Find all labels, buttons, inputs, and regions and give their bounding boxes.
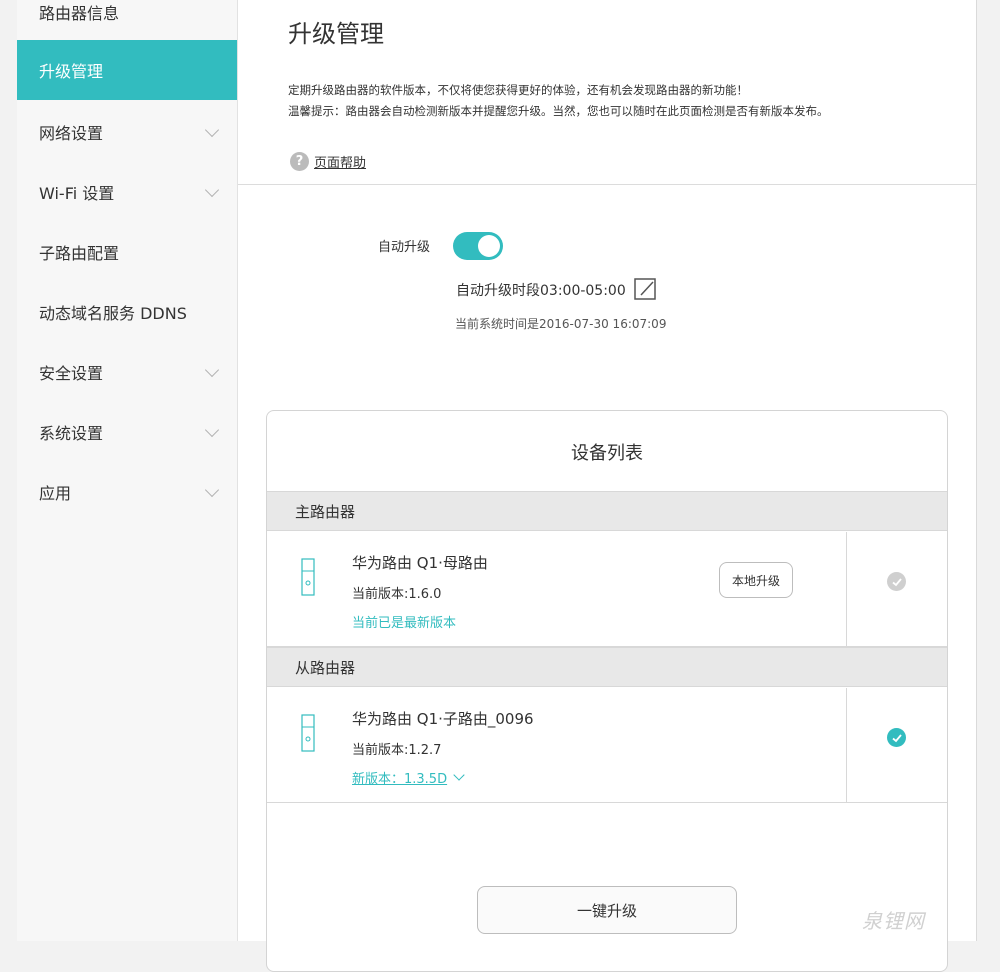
upgrade-period: 自动升级时段03:00-05:00 bbox=[456, 283, 626, 299]
device-name: 华为路由 Q1·母路由 bbox=[352, 554, 488, 572]
chevron-down-icon bbox=[204, 122, 220, 138]
help-icon: ? bbox=[290, 152, 309, 171]
sidebar-item-label: 安全设置 bbox=[39, 364, 104, 383]
chevron-down-icon bbox=[204, 482, 220, 498]
sub-router-header: 从路由器 bbox=[267, 647, 947, 687]
sub-router-row: 华为路由 Q1·子路由_0096 当前版本:1.2.7 新版本：1.3.5D bbox=[267, 688, 947, 803]
edit-icon[interactable] bbox=[634, 278, 656, 300]
auto-upgrade-toggle[interactable] bbox=[453, 232, 503, 260]
page-help-link[interactable]: 页面帮助 bbox=[314, 152, 366, 171]
device-name: 华为路由 Q1·子路由_0096 bbox=[352, 710, 534, 728]
divider bbox=[238, 184, 976, 185]
sidebar-item-label: 系统设置 bbox=[39, 424, 104, 443]
sidebar: 路由器信息 升级管理 网络设置 Wi-Fi 设置 子路由配置 动态域名服务 DD… bbox=[17, 0, 238, 941]
sidebar-item-router-info[interactable]: 路由器信息 bbox=[17, 0, 237, 42]
main-router-header: 主路由器 bbox=[267, 491, 947, 531]
main-router-row: 华为路由 Q1·母路由 当前版本:1.6.0 当前已是最新版本 本地升级 bbox=[267, 532, 947, 647]
sidebar-item-network[interactable]: 网络设置 bbox=[17, 102, 237, 162]
sidebar-item-wifi[interactable]: Wi-Fi 设置 bbox=[17, 162, 237, 222]
sidebar-item-ddns[interactable]: 动态域名服务 DDNS bbox=[17, 282, 237, 342]
device-version: 当前版本:1.2.7 bbox=[352, 743, 442, 758]
device-version: 当前版本:1.6.0 bbox=[352, 587, 442, 602]
select-check-icon[interactable] bbox=[887, 728, 906, 747]
tip-text: 温馨提示：路由器会自动检测新版本并提醒您升级。当然，您也可以随时在此页面检测是否… bbox=[288, 104, 829, 118]
sidebar-item-apps[interactable]: 应用 bbox=[17, 462, 237, 522]
sidebar-item-label: 子路由配置 bbox=[39, 244, 120, 263]
chevron-down-icon bbox=[204, 182, 220, 198]
main-panel: 升级管理 定期升级路由器的软件版本，不仅将使您获得更好的体验，还有机会发现路由器… bbox=[238, 0, 977, 972]
device-status: 当前已是最新版本 bbox=[352, 616, 457, 631]
sidebar-item-label: Wi-Fi 设置 bbox=[39, 184, 115, 203]
watermark: 泉锂网 bbox=[862, 909, 925, 933]
sidebar-item-system[interactable]: 系统设置 bbox=[17, 402, 237, 462]
new-version-link[interactable]: 新版本：1.3.5D bbox=[352, 768, 465, 787]
column-divider bbox=[846, 688, 847, 802]
chevron-down-icon bbox=[204, 422, 220, 438]
one-click-upgrade-button[interactable]: 一键升级 bbox=[477, 886, 737, 934]
local-upgrade-button[interactable]: 本地升级 bbox=[719, 562, 793, 598]
new-version-label: 新版本：1.3.5D bbox=[352, 772, 448, 787]
column-divider bbox=[846, 532, 847, 646]
router-icon bbox=[301, 714, 315, 752]
sidebar-item-label: 动态域名服务 DDNS bbox=[39, 304, 187, 323]
sidebar-item-label: 路由器信息 bbox=[39, 4, 120, 23]
chevron-down-icon bbox=[453, 769, 465, 781]
router-icon bbox=[301, 558, 315, 596]
chevron-down-icon bbox=[204, 362, 220, 378]
select-check-icon[interactable] bbox=[887, 572, 906, 591]
auto-upgrade-label: 自动升级 bbox=[378, 240, 431, 255]
page-title: 升级管理 bbox=[288, 20, 384, 48]
sidebar-item-label: 网络设置 bbox=[39, 124, 104, 143]
sidebar-item-security[interactable]: 安全设置 bbox=[17, 342, 237, 402]
description-text: 定期升级路由器的软件版本，不仅将使您获得更好的体验，还有机会发现路由器的新功能！ bbox=[288, 83, 748, 97]
device-list-card: 设备列表 主路由器 华为路由 Q1·母路由 当前版本:1.6.0 当前已是最新版… bbox=[266, 410, 948, 972]
sidebar-item-sub-router[interactable]: 子路由配置 bbox=[17, 222, 237, 282]
sidebar-item-upgrade[interactable]: 升级管理 bbox=[17, 40, 237, 100]
toggle-knob bbox=[478, 235, 500, 257]
system-time: 当前系统时间是2016-07-30 16:07:09 bbox=[455, 317, 667, 331]
sidebar-item-label: 升级管理 bbox=[39, 62, 104, 81]
page-help[interactable]: ? 页面帮助 bbox=[290, 152, 366, 171]
device-list-title: 设备列表 bbox=[571, 443, 643, 464]
sidebar-item-label: 应用 bbox=[39, 484, 72, 503]
